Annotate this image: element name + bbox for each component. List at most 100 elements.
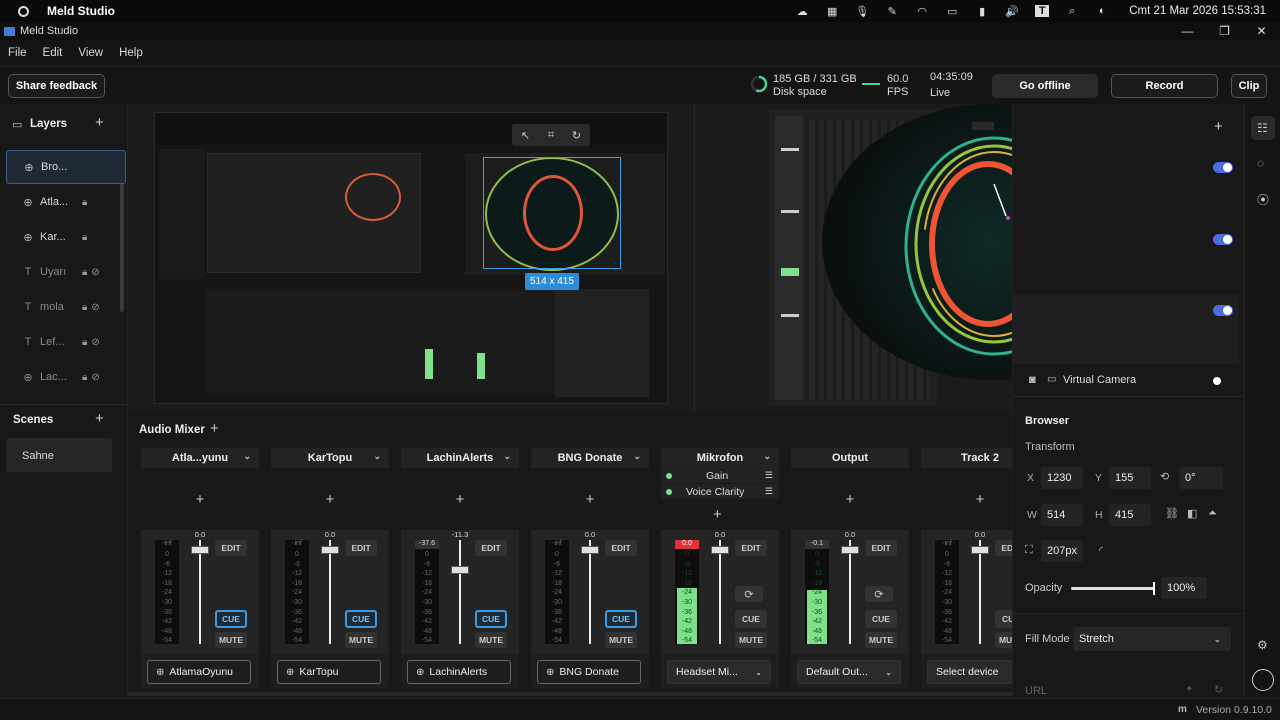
layer-item[interactable]: ⊕ Lac... 🔒︎ ⊘ — [6, 360, 126, 394]
refresh-icon[interactable]: ↻ — [1214, 683, 1223, 696]
volume-fader[interactable]: 0.0 — [971, 530, 989, 644]
link-device-icon[interactable]: ⟳ — [735, 586, 763, 602]
monitor-icon[interactable]: ▭ — [945, 5, 959, 18]
cue-button[interactable]: CUE — [215, 610, 247, 628]
volume-fader[interactable]: 0.0 — [321, 530, 339, 644]
edit-button[interactable]: EDIT — [865, 540, 897, 556]
rotate-icon[interactable]: ↻ — [572, 129, 581, 142]
cue-button[interactable]: CUE — [605, 610, 637, 628]
volume-fader[interactable]: 0.0 — [711, 530, 729, 644]
lock-icon[interactable]: 🔒︎ — [82, 267, 87, 278]
menu-file[interactable]: File — [8, 47, 27, 59]
fader-knob[interactable] — [971, 546, 989, 554]
edit-button[interactable]: EDIT — [215, 540, 247, 556]
sliders-icon[interactable]: ☰ — [765, 470, 773, 481]
go-offline-button[interactable]: Go offline — [992, 74, 1098, 98]
strip-header[interactable]: Track 2 — [921, 448, 1012, 468]
cue-button[interactable]: CUE — [345, 610, 377, 628]
settings-toggle-icon[interactable]: ◐ — [1095, 5, 1109, 17]
broadcast-icon[interactable]: ⦿ — [1257, 191, 1269, 208]
radius-curve-icon[interactable]: ◜ — [1099, 544, 1103, 557]
output-toggle[interactable] — [1213, 162, 1233, 173]
cloud-icon[interactable]: ☁ — [795, 5, 809, 18]
volume-icon[interactable]: 🔊 — [1005, 5, 1019, 18]
corner-radius-input[interactable]: 207px — [1041, 540, 1083, 562]
filter-item[interactable]: Voice Clarity ☰ — [661, 484, 779, 499]
opacity-input[interactable]: 100% — [1161, 577, 1207, 599]
mixer-scrollbar[interactable] — [128, 692, 1012, 696]
volume-fader[interactable]: -11.3 — [451, 530, 469, 644]
pen-icon[interactable]: ✎ — [885, 5, 899, 18]
crop-icon[interactable]: ⌗ — [548, 129, 554, 142]
chevron-down-icon[interactable]: ⌄ — [763, 451, 771, 462]
cue-button[interactable]: CUE — [735, 610, 767, 628]
add-filter-icon[interactable]: + — [713, 506, 722, 523]
filter-item[interactable]: Gain ☰ — [661, 468, 779, 483]
menu-help[interactable]: Help — [119, 47, 143, 59]
strip-header[interactable]: LachinAlerts ⌄ — [401, 448, 519, 468]
fader-knob[interactable] — [711, 546, 729, 554]
mute-button[interactable]: MUTE — [475, 632, 507, 648]
chevron-down-icon[interactable]: ⌄ — [633, 451, 641, 462]
layer-item[interactable]: ⊕ Bro... — [6, 150, 126, 184]
virtual-camera-toggle[interactable] — [1213, 377, 1233, 386]
mute-button[interactable]: MUTE — [735, 632, 767, 648]
cue-button[interactable]: CUE — [865, 610, 897, 628]
minimize-icon[interactable]: — — [1169, 24, 1206, 38]
add-filter-icon[interactable]: + — [791, 468, 909, 530]
edit-button[interactable]: EDIT — [475, 540, 507, 556]
start-icon[interactable] — [18, 5, 29, 17]
add-filter-icon[interactable]: + — [531, 468, 649, 530]
fader-knob[interactable] — [841, 546, 859, 554]
lock-icon[interactable]: 🔒︎ — [82, 337, 87, 348]
edit-button[interactable]: EDIT — [735, 540, 767, 556]
properties-icon[interactable]: ☷ — [1257, 121, 1268, 135]
fader-knob[interactable] — [191, 546, 209, 554]
audio-source-button[interactable]: ⊕ AtlamaOyunu — [147, 660, 251, 684]
lock-icon[interactable]: 🔒︎ — [82, 302, 87, 313]
edit-button[interactable]: EDIT — [995, 540, 1012, 556]
scene-item[interactable]: Sahne — [6, 438, 112, 472]
cue-button[interactable]: CUE — [475, 610, 507, 628]
sound-meter-icon[interactable]: ▦ — [825, 5, 839, 18]
sliders-icon[interactable]: ☰ — [765, 486, 773, 497]
chat-icon[interactable]: ◌ — [1257, 156, 1264, 170]
add-filter-icon[interactable]: + — [271, 468, 389, 530]
layer-item[interactable]: T Lef... 🔒︎ ⊘ — [6, 325, 126, 359]
add-filter-icon[interactable]: + — [921, 468, 1012, 530]
audio-device-dropdown[interactable]: Default Out... ⌄ — [797, 660, 901, 684]
lock-icon[interactable]: 🔒︎ — [82, 372, 87, 383]
output-row-selected[interactable] — [1013, 294, 1239, 364]
mute-button[interactable]: MUTE — [995, 632, 1012, 648]
audio-source-button[interactable]: ⊕ KarTopu — [277, 660, 381, 684]
fill-mode-dropdown[interactable]: Stretch ⌄ — [1073, 627, 1231, 651]
output-toggle[interactable] — [1213, 234, 1233, 245]
strip-header[interactable]: Atla...yunu ⌄ — [141, 448, 259, 468]
mic-icon[interactable]: 🎙 — [855, 5, 869, 18]
mute-button[interactable]: MUTE — [605, 632, 637, 648]
add-audio-track-icon[interactable]: + — [210, 420, 219, 437]
opacity-slider[interactable] — [1071, 582, 1155, 595]
flip-horizontal-icon[interactable]: ◧ — [1187, 507, 1197, 520]
share-feedback-button[interactable]: Share feedback — [8, 74, 105, 98]
search-icon[interactable]: ⌕ — [1065, 5, 1079, 17]
link-device-icon[interactable]: ⟳ — [865, 586, 893, 602]
volume-fader[interactable]: 0.0 — [841, 530, 859, 644]
edit-button[interactable]: EDIT — [605, 540, 637, 556]
lock-icon[interactable]: 🔒︎ — [82, 232, 87, 243]
eye-off-icon[interactable]: ⊘ — [91, 337, 99, 348]
preview-canvas[interactable]: ↖ ⌗ ↻ 514 x 415 — [128, 104, 1160, 412]
lock-icon[interactable]: 🔒︎ — [82, 197, 87, 208]
maximize-icon[interactable]: ❐ — [1206, 24, 1243, 38]
add-filter-icon[interactable]: + — [401, 468, 519, 530]
add-filter-icon[interactable]: + — [141, 468, 259, 530]
add-output-icon[interactable]: + — [1214, 118, 1223, 135]
audio-source-button[interactable]: ⊕ LachinAlerts — [407, 660, 511, 684]
add-layer-icon[interactable]: + — [95, 114, 104, 131]
flip-vertical-icon[interactable]: ⏶ — [1208, 507, 1217, 520]
magic-icon[interactable]: ✦ — [1185, 684, 1193, 695]
settings-icon[interactable]: ⚙ — [1257, 638, 1268, 652]
eye-off-icon[interactable]: ⊘ — [91, 302, 99, 313]
volume-fader[interactable]: 0.0 — [191, 530, 209, 644]
fader-knob[interactable] — [321, 546, 339, 554]
